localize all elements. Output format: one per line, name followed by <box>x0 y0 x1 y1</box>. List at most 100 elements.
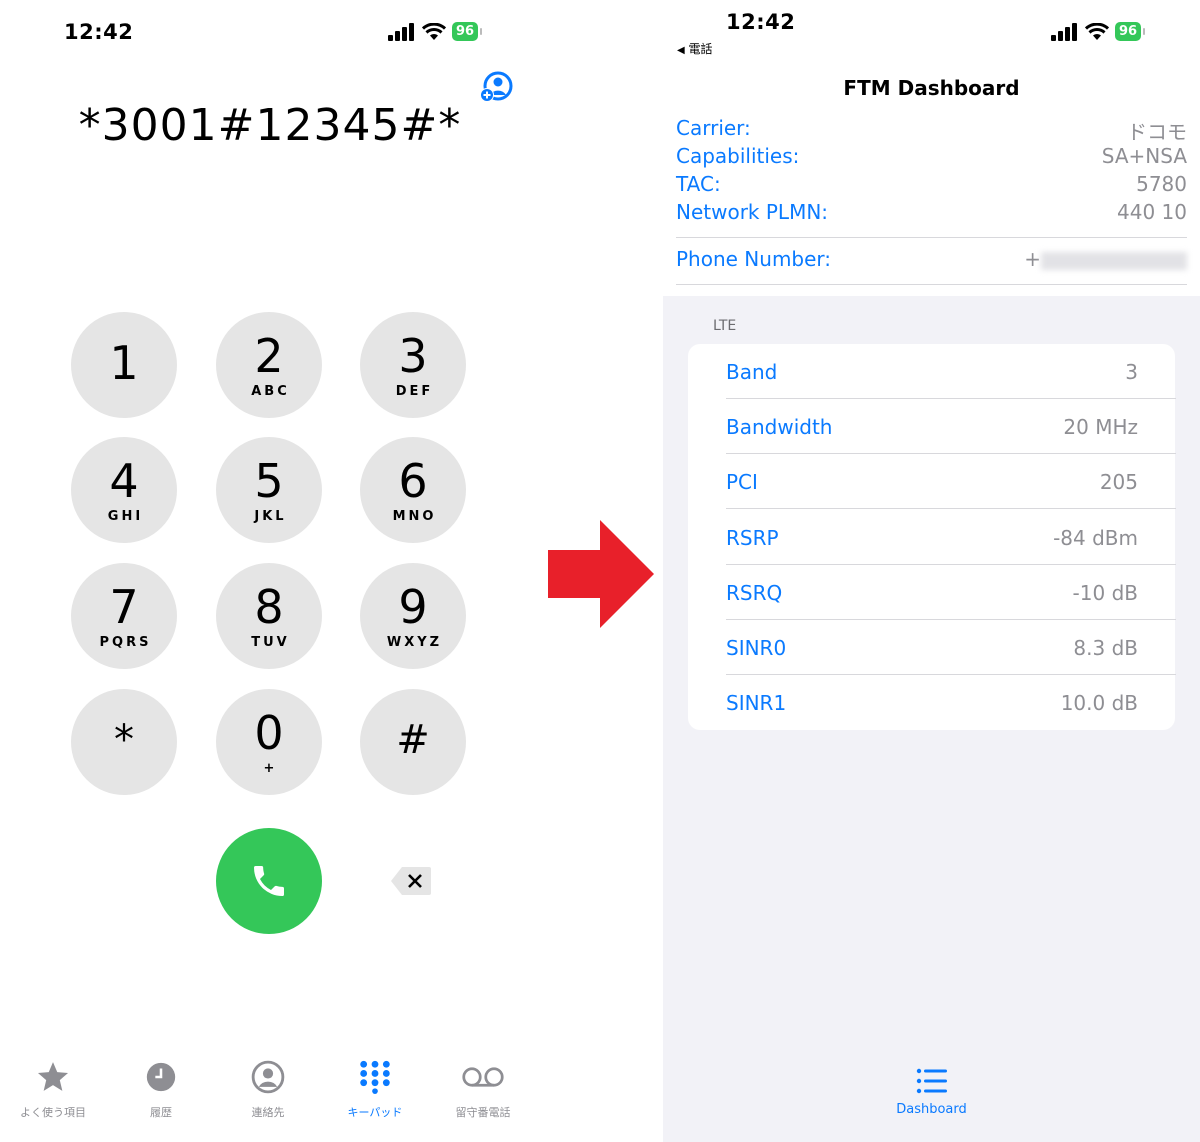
status-icons: 96 <box>388 22 483 41</box>
row-divider <box>726 508 1176 509</box>
redacted-number <box>1041 251 1187 270</box>
key-digit: 0 <box>254 705 284 760</box>
key-9[interactable]: 9 WXYZ <box>360 563 466 669</box>
tab-contacts[interactable]: 連絡先 <box>218 1060 318 1120</box>
info-label: Capabilities: <box>676 144 800 168</box>
status-time: 12:42 <box>64 20 134 44</box>
battery-level: 96 <box>452 22 479 41</box>
key-5[interactable]: 5 JKL <box>216 437 322 543</box>
call-button[interactable] <box>216 828 322 934</box>
key-star[interactable]: * <box>71 689 177 795</box>
battery-level: 96 <box>1115 22 1142 41</box>
lte-label: SINR0 <box>726 635 787 660</box>
phone-icon <box>254 866 284 896</box>
info-row-capabilities: Capabilities: SA+NSA <box>676 144 1187 168</box>
tab-label: 連絡先 <box>251 1106 285 1119</box>
lte-row-bandwidth: Bandwidth 20 MHz <box>726 399 1176 454</box>
key-digit: 2 <box>254 328 284 383</box>
ftm-dashboard-screen: 12:42 ◀ 電話 96 FTM Dashboard Carrier: ドコモ <box>663 0 1200 1142</box>
key-letters: DEF <box>395 383 434 399</box>
tab-favorites[interactable]: よく使う項目 <box>3 1060 103 1120</box>
key-digit: 7 <box>109 579 139 634</box>
info-row-phone-number: Phone Number: + <box>676 247 1187 271</box>
keypad-icon <box>360 1060 390 1094</box>
status-bar: 12:42 96 <box>0 0 540 60</box>
lte-value: 10.0 dB <box>1060 690 1138 715</box>
battery-tip <box>1143 28 1146 35</box>
tab-label: キーパッド <box>347 1106 403 1119</box>
info-value: SA+NSA <box>1101 144 1187 168</box>
key-7[interactable]: 7 PQRS <box>71 563 177 669</box>
section-header: LTE <box>713 318 737 334</box>
key-8[interactable]: 8 TUV <box>216 563 322 669</box>
tab-keypad[interactable]: キーパッド <box>325 1060 425 1120</box>
lte-value: -10 dB <box>1072 580 1138 605</box>
wifi-icon <box>422 22 446 40</box>
tab-label: 留守番電話 <box>455 1106 511 1119</box>
lte-row-sinr1: SINR1 10.0 dB <box>726 675 1138 730</box>
lte-value: 8.3 dB <box>1073 635 1138 660</box>
key-hash[interactable]: # <box>360 689 466 795</box>
back-label: 電話 <box>688 42 713 56</box>
key-letters: MNO <box>392 508 437 524</box>
lte-label: PCI <box>726 469 758 494</box>
info-label: TAC: <box>676 172 721 196</box>
lte-label: RSRQ <box>726 580 783 605</box>
clock-icon <box>146 1062 176 1092</box>
lte-value: 3 <box>1125 359 1138 384</box>
lte-row-pci: PCI 205 <box>726 454 1176 509</box>
battery-tip <box>480 28 483 35</box>
key-digit: 9 <box>398 579 428 634</box>
info-row-tac: TAC: 5780 <box>676 172 1187 196</box>
delete-icon[interactable] <box>390 866 432 896</box>
key-1[interactable]: 1 <box>71 312 177 418</box>
lte-row-sinr0: SINR0 8.3 dB <box>726 620 1176 675</box>
page-title: FTM Dashboard <box>843 76 1020 100</box>
lte-card: Band 3 Bandwidth 20 MHz PCI 205 RSRP -84… <box>688 344 1176 730</box>
back-to-phone-link[interactable]: ◀ 電話 <box>677 40 713 57</box>
key-letters: WXYZ <box>386 634 443 650</box>
tab-dashboard[interactable]: Dashboard <box>663 1068 1200 1117</box>
status-bar: 12:42 ◀ 電話 96 <box>663 0 1200 60</box>
status-icons: 96 <box>1051 22 1146 41</box>
info-label: Carrier: <box>676 116 751 140</box>
info-value: 5780 <box>1136 172 1187 196</box>
key-6[interactable]: 6 MNO <box>360 437 466 543</box>
lte-value: 205 <box>1099 469 1138 494</box>
tab-label: 履歴 <box>150 1106 172 1119</box>
star-icon <box>37 1062 69 1091</box>
wifi-icon <box>1085 22 1109 40</box>
info-label: Network PLMN: <box>676 200 829 224</box>
arrow-right-icon <box>548 520 654 628</box>
person-icon <box>251 1060 285 1094</box>
key-4[interactable]: 4 GHI <box>71 437 177 543</box>
key-letters: TUV <box>251 634 290 650</box>
key-letters: JKL <box>254 508 287 524</box>
tab-voicemail[interactable]: 留守番電話 <box>433 1060 533 1120</box>
signal-icon <box>1051 22 1077 41</box>
key-letters: ABC <box>251 383 290 399</box>
lte-label: RSRP <box>726 525 779 550</box>
lte-label: Band <box>726 359 778 384</box>
lte-value: 20 MHz <box>1063 414 1138 439</box>
back-arrow-icon: ◀ <box>677 45 685 56</box>
divider <box>676 237 1187 238</box>
key-2[interactable]: 2 ABC <box>216 312 322 418</box>
key-letters: + <box>263 760 278 776</box>
key-letters: GHI <box>107 508 144 524</box>
tab-recents[interactable]: 履歴 <box>111 1060 211 1120</box>
key-3[interactable]: 3 DEF <box>360 312 466 418</box>
lte-row-rsrp: RSRP -84 dBm <box>726 510 1176 565</box>
status-time: 12:42 <box>726 10 796 34</box>
phone-prefix: + <box>1024 247 1041 271</box>
lte-value: -84 dBm <box>1053 525 1138 550</box>
key-digit: 5 <box>254 453 284 508</box>
key-digit: 3 <box>398 328 428 383</box>
phone-number-value: + <box>1024 247 1187 271</box>
info-label: Phone Number: <box>676 247 832 271</box>
tab-bar: よく使う項目 履歴 連絡先 キーパッド 留守番電話 <box>0 1060 540 1140</box>
add-contact-icon[interactable] <box>478 70 514 106</box>
tab-label: よく使う項目 <box>20 1106 86 1119</box>
key-0[interactable]: 0 + <box>216 689 322 795</box>
key-digit: 6 <box>398 453 428 508</box>
